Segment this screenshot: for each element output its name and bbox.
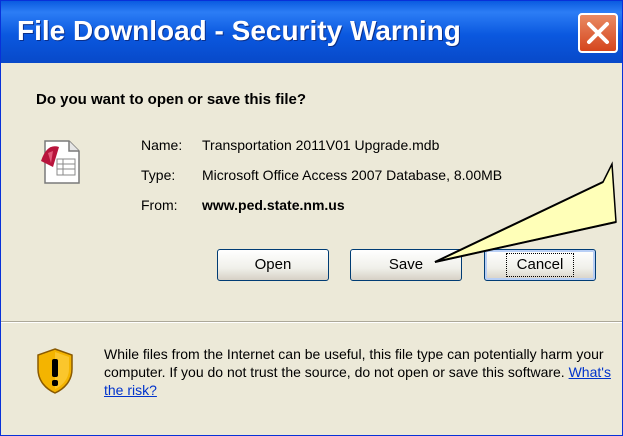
cancel-button[interactable]: Cancel (484, 249, 596, 281)
file-name: Transportation 2011V01 Upgrade.mdb (202, 137, 440, 153)
file-download-dialog: File Download - Security Warning Do you … (0, 0, 623, 436)
divider (1, 321, 622, 323)
type-label: Type: (141, 167, 176, 183)
cancel-button-label: Cancel (505, 253, 575, 277)
shield-warning-icon (35, 347, 75, 395)
save-button[interactable]: Save (350, 249, 462, 281)
window-title: File Download - Security Warning (17, 15, 461, 46)
save-button-label: Save (388, 256, 424, 273)
security-warning-text: While files from the Internet can be use… (104, 345, 614, 399)
open-button[interactable]: Open (217, 249, 329, 281)
from-label: From: (141, 197, 178, 213)
access-file-icon (39, 137, 83, 185)
warning-message: While files from the Internet can be use… (104, 346, 604, 380)
close-icon (587, 22, 609, 44)
title-bar[interactable]: File Download - Security Warning (1, 1, 622, 63)
name-label: Name: (141, 137, 183, 153)
file-source: www.ped.state.nm.us (202, 197, 345, 213)
open-button-label: Open (254, 256, 292, 273)
close-button[interactable] (578, 13, 618, 53)
file-type: Microsoft Office Access 2007 Database, 8… (202, 167, 503, 183)
dialog-body: Do you want to open or save this file? N… (1, 63, 622, 435)
dialog-question: Do you want to open or save this file? (36, 91, 307, 108)
